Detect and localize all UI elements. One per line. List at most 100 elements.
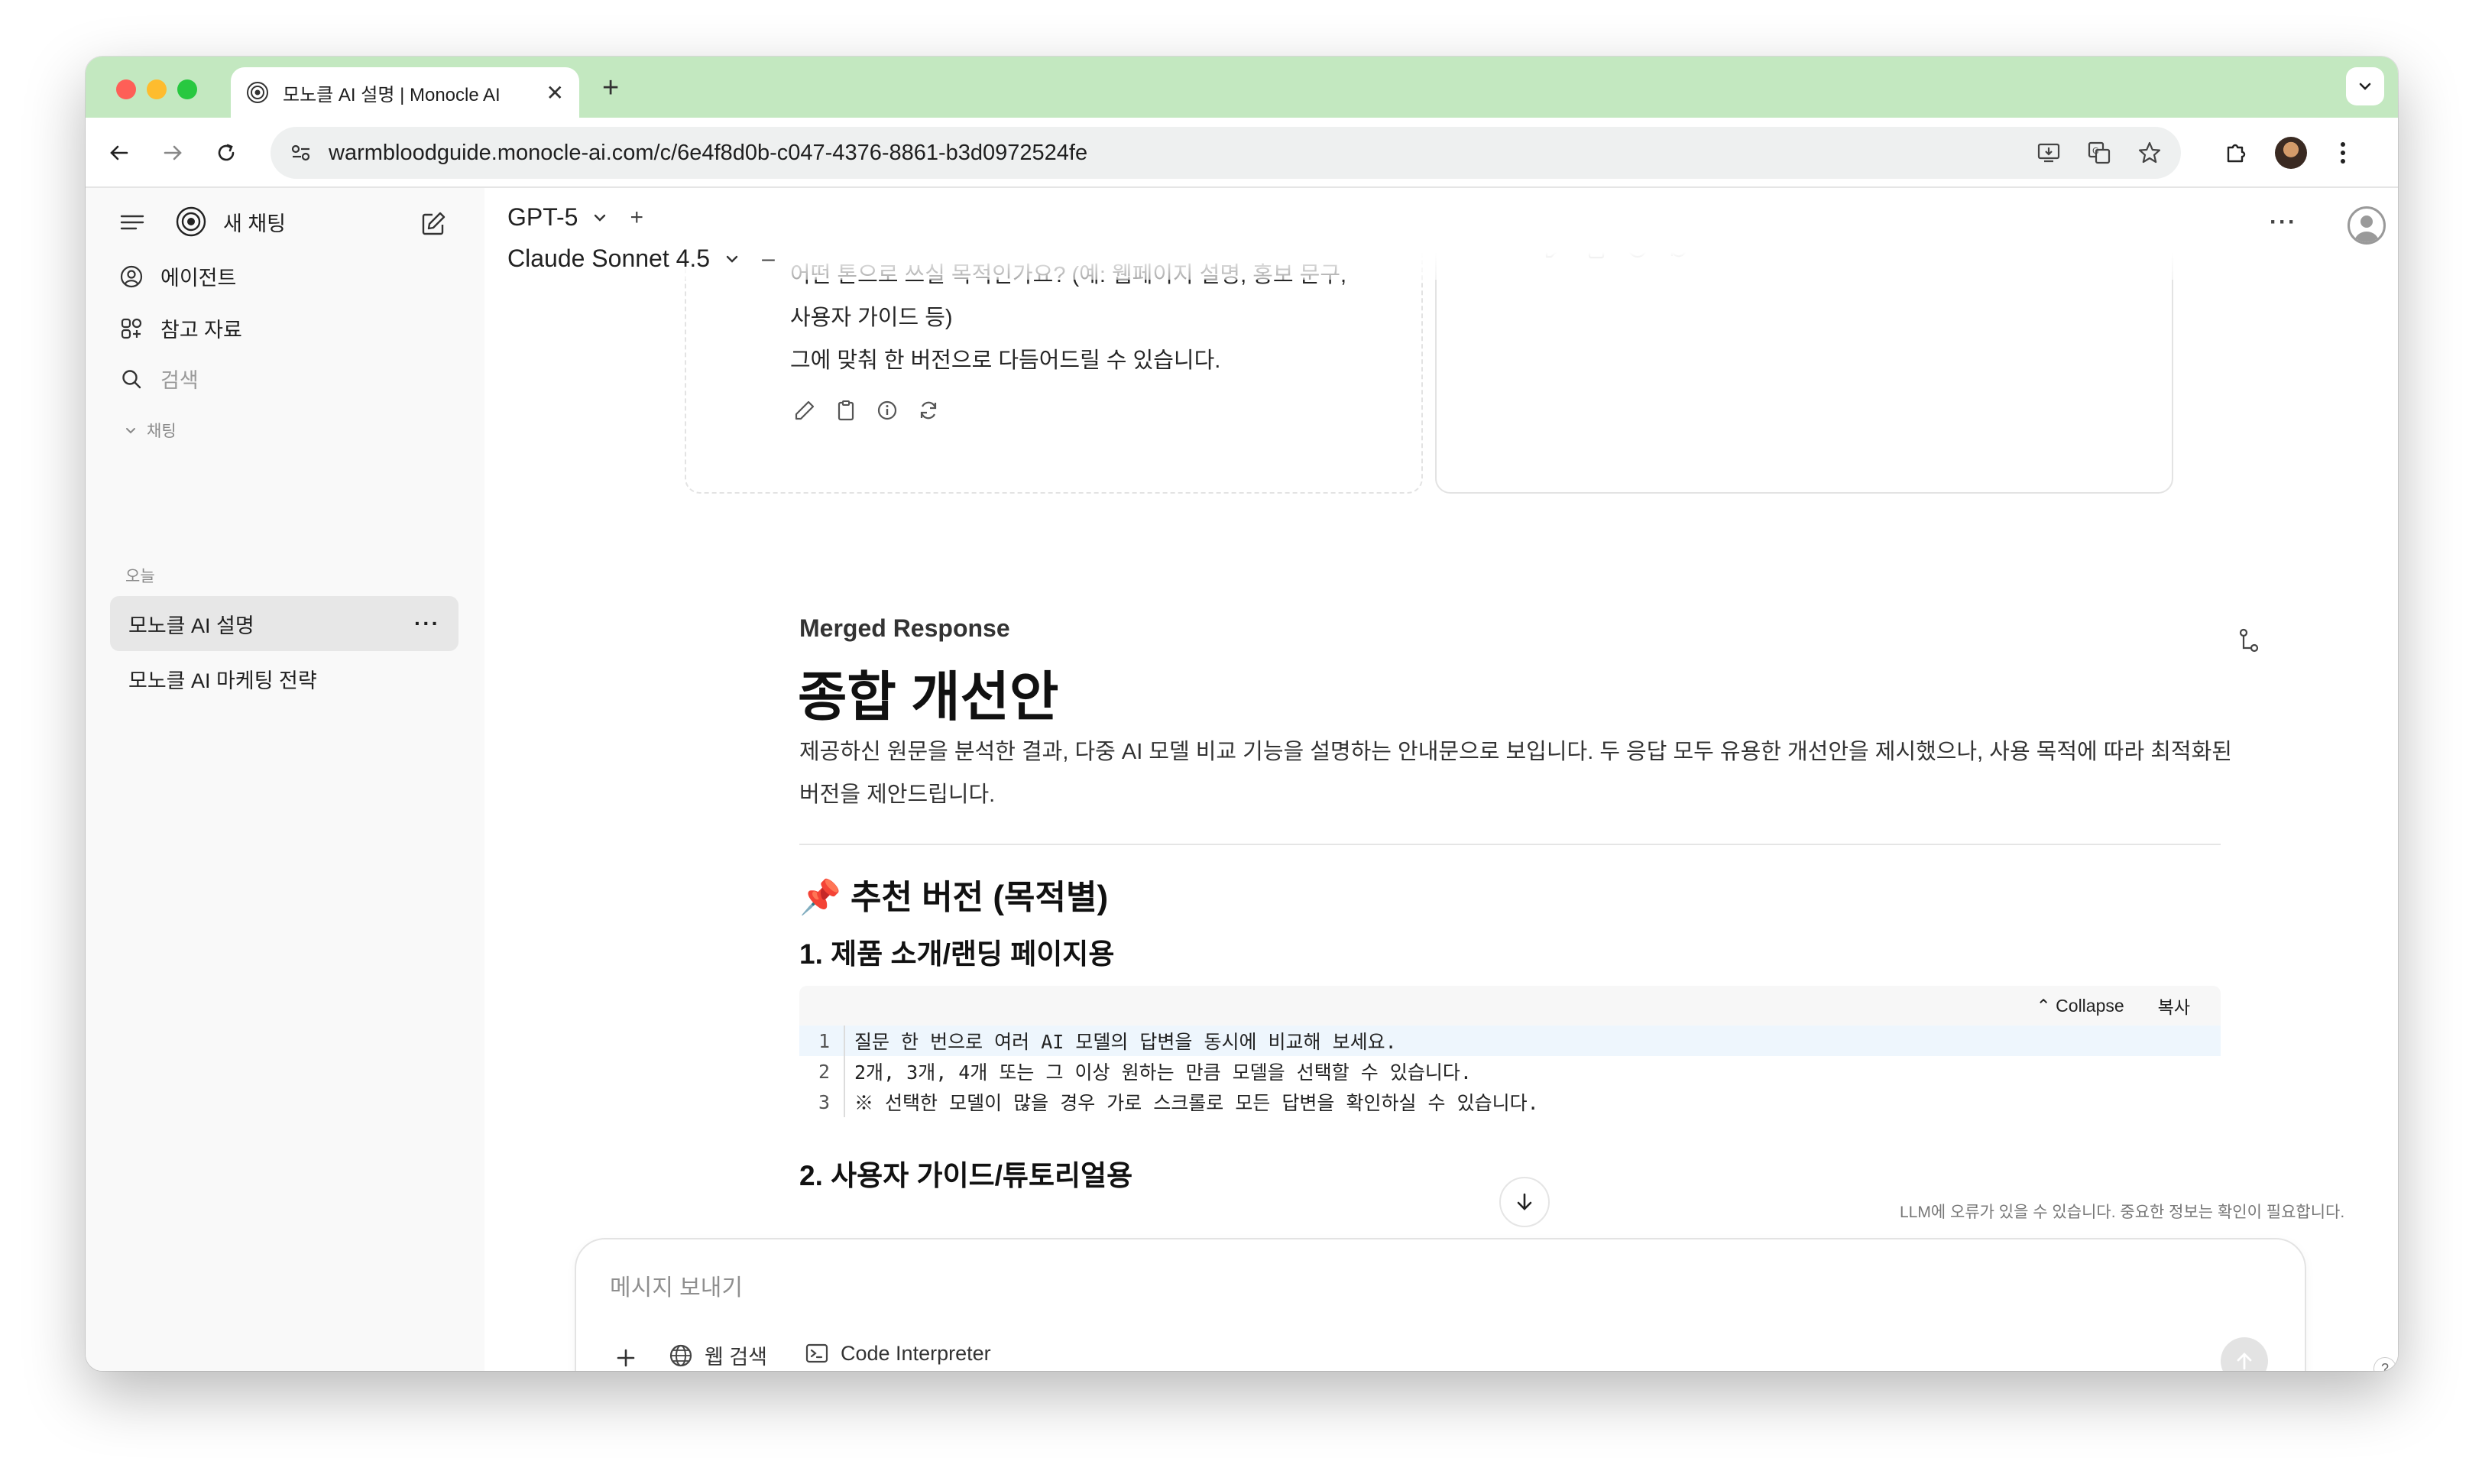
send-button[interactable] (2221, 1337, 2268, 1371)
browser-window: 모노클 AI 설명 | Monocle AI ✕ + warmbloodguid… (86, 57, 2398, 1371)
chevron-down-icon (726, 255, 738, 263)
chevron-down-icon (2359, 83, 2371, 90)
site-settings-icon[interactable] (289, 141, 313, 165)
search-icon (122, 369, 141, 388)
line-number: 3 (799, 1087, 845, 1117)
attach-button[interactable] (604, 1336, 648, 1371)
remove-model-button[interactable]: – (762, 246, 775, 272)
reload-icon (218, 144, 235, 161)
chat-main: 어떤 톤으로 쓰실 목적인가요? (예: 웹페이지 설명, 홍보 문구, 사용자… (484, 188, 2398, 1371)
clipboard-icon[interactable] (834, 399, 857, 422)
browser-toolbar: warmbloodguide.monocle-ai.com/c/6e4f8d0b… (86, 118, 2398, 188)
message-input[interactable]: 메시지 보내기 (610, 1269, 743, 1302)
forward-button[interactable] (156, 136, 190, 170)
sidebar-toggle-button[interactable] (119, 211, 145, 234)
chevron-down-icon (595, 214, 606, 222)
code-text: 2개, 3개, 4개 또는 그 이상 원하는 만큼 모델을 선택할 수 있습니다… (854, 1061, 1472, 1084)
tab-close-icon[interactable]: ✕ (546, 80, 564, 105)
globe-icon (669, 1344, 692, 1366)
monocle-favicon-icon (247, 82, 268, 103)
response-line: 사용자 가이드 등) (790, 306, 953, 330)
new-chat-button[interactable]: 새 채팅 (176, 206, 286, 237)
add-model-button[interactable]: + (630, 205, 643, 231)
collapse-button[interactable]: ⌃ Collapse (2036, 996, 2124, 1016)
more-options-icon[interactable]: ··· (2270, 209, 2297, 235)
code-line: 2 2개, 3개, 4개 또는 그 이상 원하는 만큼 모델을 선택할 수 있습… (799, 1056, 2221, 1087)
conversation-title: 모노클 AI 설명 (128, 614, 254, 637)
conversation-more-icon[interactable]: ··· (414, 611, 440, 636)
model-selector-secondary[interactable]: Claude Sonnet 4.5 – (507, 245, 775, 273)
code-line: 3 ※ 선택한 모델이 많을 경우 가로 스크롤로 모든 답변을 확인하실 수 … (799, 1087, 2221, 1117)
section-title: 📌 추천 버전 (목적별) (799, 879, 1109, 916)
arrow-up-icon (2237, 1353, 2252, 1370)
maximize-window-button[interactable] (177, 79, 197, 99)
model-name: GPT-5 (507, 203, 578, 231)
extensions-button[interactable] (2218, 134, 2254, 171)
new-chat-label: 새 채팅 (223, 212, 287, 235)
close-window-button[interactable] (116, 79, 136, 99)
edit-square-icon (422, 212, 446, 235)
help-button[interactable]: ? (2373, 1357, 2396, 1371)
tab-bar: 모노클 AI 설명 | Monocle AI ✕ + (86, 57, 2398, 118)
tab-search-button[interactable] (2346, 67, 2384, 105)
user-avatar[interactable] (2348, 206, 2386, 245)
arrow-left-icon (110, 145, 128, 160)
sidebar-item-agents[interactable]: 에이전트 (119, 261, 236, 291)
arrow-down-icon (1517, 1193, 1532, 1210)
sidebar-item-label: 검색 (160, 369, 199, 392)
info-icon[interactable] (876, 399, 899, 422)
reload-button[interactable] (209, 136, 243, 170)
code-header: ⌃ Collapse 복사 (799, 986, 2221, 1026)
sidebar-item-label: 참고 자료 (160, 319, 242, 342)
grid-icon (121, 318, 142, 339)
code-line: 1 질문 한 번으로 여러 AI 모델의 답변을 동시에 비교해 보세요. (799, 1026, 2221, 1056)
merged-title: 종합 개선안 (798, 667, 1059, 727)
svg-text:G: G (2092, 146, 2099, 156)
translate-icon[interactable]: G (2086, 140, 2112, 166)
profile-avatar (2275, 137, 2307, 169)
sidebar-item-search[interactable]: 검색 (119, 364, 199, 394)
app-root: 새 채팅 에이전트 참고 자료 검색 채팅 오늘 모노클 AI 설명 ··· 모… (86, 188, 2398, 1371)
minimize-window-button[interactable] (147, 79, 167, 99)
conversation-item[interactable]: 모노클 AI 마케팅 전략 (110, 651, 458, 706)
address-bar[interactable]: warmbloodguide.monocle-ai.com/c/6e4f8d0b… (271, 127, 2181, 179)
web-search-toggle[interactable]: 웹 검색 (668, 1340, 767, 1370)
sidebar-item-label: 에이전트 (160, 267, 237, 290)
new-tab-button[interactable]: + (602, 72, 619, 105)
monocle-logo-icon (176, 206, 206, 237)
conversation-item-active[interactable]: 모노클 AI 설명 ··· (110, 596, 458, 651)
scroll-to-bottom-button[interactable] (1499, 1177, 1550, 1227)
install-app-icon[interactable] (2036, 140, 2062, 166)
branch-icon[interactable] (2237, 628, 2260, 654)
browser-menu-button[interactable] (2325, 134, 2361, 171)
sidebar-item-references[interactable]: 참고 자료 (119, 313, 242, 343)
url-text[interactable]: warmbloodguide.monocle-ai.com/c/6e4f8d0b… (329, 141, 2036, 166)
terminal-icon (805, 1343, 828, 1363)
web-search-label: 웹 검색 (705, 1346, 768, 1369)
bookmark-star-icon[interactable] (2137, 140, 2163, 166)
merged-intro: 제공하신 원문을 분석한 결과, 다중 AI 모델 비교 기능을 설명하는 안내… (799, 740, 2232, 807)
code-interpreter-toggle[interactable]: Code Interpreter (804, 1340, 991, 1366)
compose-button[interactable] (419, 209, 448, 238)
copy-button[interactable]: 복사 (2158, 993, 2190, 1019)
code-interpreter-label: Code Interpreter (841, 1341, 991, 1365)
pencil-icon[interactable] (793, 399, 816, 422)
sidebar: 새 채팅 에이전트 참고 자료 검색 채팅 오늘 모노클 AI 설명 ··· 모… (86, 188, 484, 1371)
menu-lines-icon (120, 215, 144, 230)
browser-tab-active[interactable]: 모노클 AI 설명 | Monocle AI ✕ (231, 67, 579, 118)
plus-icon (617, 1349, 635, 1367)
back-button[interactable] (102, 136, 136, 170)
subsection-title: 2. 사용자 가이드/튜토리얼용 (799, 1160, 1133, 1191)
regenerate-icon[interactable] (917, 399, 940, 422)
chevron-down-icon (126, 428, 135, 434)
merged-response-label: Merged Response (799, 614, 1010, 642)
message-composer[interactable]: 메시지 보내기 웹 검색 Code Interpreter (575, 1238, 2306, 1371)
response-line: 그에 맞춰 한 버전으로 다듬어드릴 수 있습니다. (790, 348, 1221, 373)
line-number: 1 (799, 1026, 845, 1056)
model-selector-primary[interactable]: GPT-5 + (507, 203, 643, 232)
chats-section-toggle[interactable]: 채팅 (124, 419, 177, 442)
chats-section-label: 채팅 (147, 423, 177, 440)
agent-icon (120, 265, 143, 287)
tab-title: 모노클 AI 설명 | Monocle AI (283, 84, 501, 105)
profile-button[interactable] (2273, 134, 2309, 171)
